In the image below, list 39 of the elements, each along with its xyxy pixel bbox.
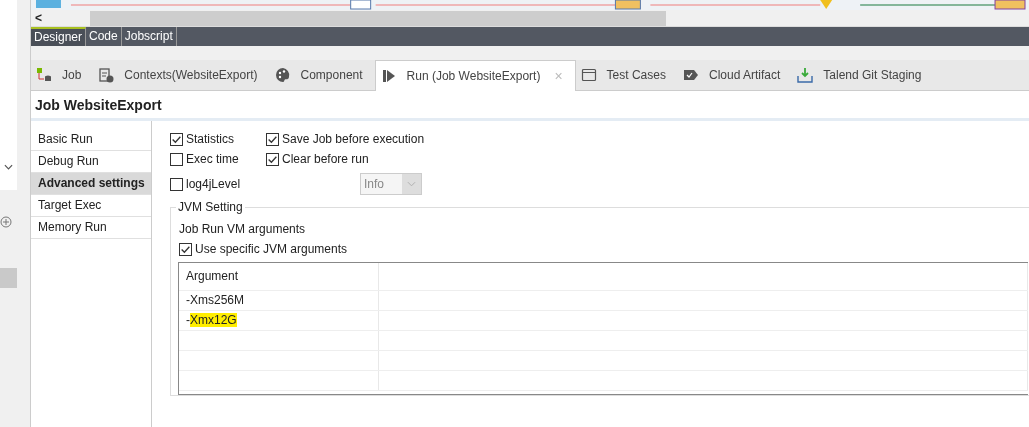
- sidebar-item[interactable]: Target Exec: [31, 195, 151, 217]
- window-icon: [580, 67, 597, 83]
- chevron-down-icon[interactable]: [4, 164, 13, 170]
- editor-tab[interactable]: Designer: [31, 27, 87, 46]
- checkbox-label: Save Job before execution: [282, 132, 425, 146]
- view-tab[interactable]: Talend Git Staging: [792, 60, 934, 90]
- palette-icon: [274, 67, 291, 83]
- group-legend: JVM Setting: [176, 200, 245, 214]
- checkbox[interactable]: [170, 152, 183, 166]
- clipboard-icon: [98, 67, 115, 83]
- checkbox-label: Exec time: [186, 152, 239, 166]
- table-cell: -Xms256M: [179, 291, 379, 310]
- checkbox-label: log4jLevel: [186, 177, 241, 191]
- checkbox-label: Statistics: [186, 132, 234, 146]
- checkbox[interactable]: [266, 132, 279, 146]
- view-tab[interactable]: Contexts(WebsiteExport): [93, 60, 270, 90]
- sidebar-item[interactable]: Memory Run: [31, 217, 151, 239]
- job-icon: [36, 67, 52, 83]
- checkbox[interactable]: [179, 242, 192, 256]
- run-icon: [380, 68, 397, 84]
- tag-icon: [682, 67, 699, 83]
- view-tab[interactable]: Run (Job WebsiteExport) ×: [374, 60, 576, 91]
- checkbox-label: Clear before run: [282, 152, 369, 166]
- add-icon[interactable]: [0, 216, 12, 228]
- checkbox[interactable]: [170, 132, 183, 146]
- panel-title: Job WebsiteExport: [31, 91, 1029, 121]
- view-tab[interactable]: Test Cases: [575, 60, 678, 90]
- group-subtitle: Job Run VM arguments: [179, 221, 307, 238]
- sidebar-item[interactable]: Advanced settings: [31, 173, 151, 195]
- view-tab[interactable]: Job: [31, 60, 94, 90]
- column-header: Argument: [179, 263, 379, 290]
- table-cell: -Xmx12G: [179, 311, 379, 330]
- view-tab[interactable]: Cloud Artifact: [677, 60, 793, 90]
- view-tab[interactable]: Component: [269, 60, 375, 90]
- sidebar-item[interactable]: Basic Run: [31, 129, 151, 151]
- dropdown-caret-icon: [407, 181, 416, 187]
- checkbox-label: Use specific JVM arguments: [195, 242, 348, 256]
- download-tray-icon: [797, 67, 814, 83]
- checkbox[interactable]: [266, 152, 279, 166]
